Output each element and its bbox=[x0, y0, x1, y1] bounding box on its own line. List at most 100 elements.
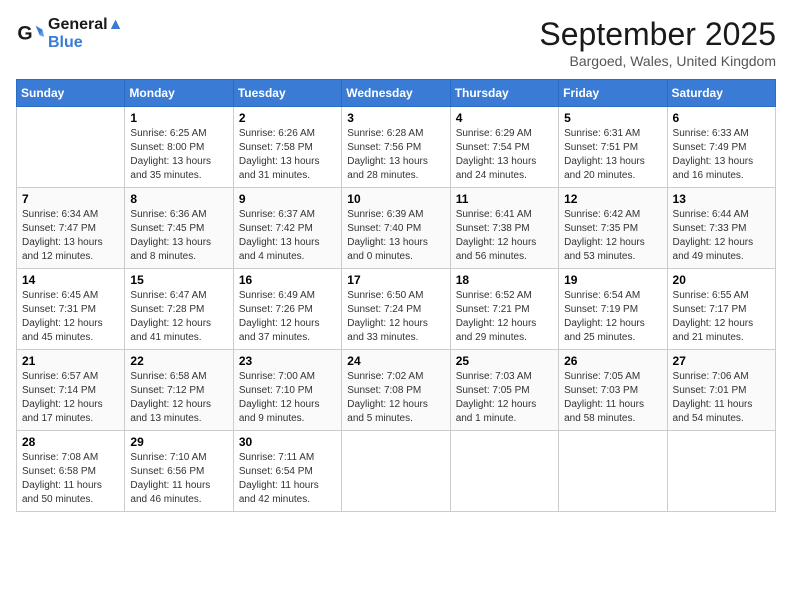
title-block: September 2025 Bargoed, Wales, United Ki… bbox=[539, 16, 776, 69]
calendar-cell: 28 Sunrise: 7:08 AM Sunset: 6:58 PM Dayli… bbox=[17, 431, 125, 512]
cell-date: 8 bbox=[130, 192, 227, 206]
cell-date: 5 bbox=[564, 111, 661, 125]
cell-info: Sunrise: 6:50 AM Sunset: 7:24 PM Dayligh… bbox=[347, 289, 444, 345]
calendar-cell: 29 Sunrise: 7:10 AM Sunset: 6:56 PM Dayli… bbox=[125, 431, 233, 512]
calendar-cell: 13 Sunrise: 6:44 AM Sunset: 7:33 PM Dayli… bbox=[667, 188, 775, 269]
cell-info: Sunrise: 6:36 AM Sunset: 7:45 PM Dayligh… bbox=[130, 208, 227, 264]
cell-date: 10 bbox=[347, 192, 444, 206]
week-row-2: 7 Sunrise: 6:34 AM Sunset: 7:47 PM Daylig… bbox=[17, 188, 776, 269]
cell-date: 28 bbox=[22, 435, 119, 449]
day-header-thursday: Thursday bbox=[450, 80, 558, 107]
cell-date: 12 bbox=[564, 192, 661, 206]
cell-date: 6 bbox=[673, 111, 770, 125]
calendar-cell: 26 Sunrise: 7:05 AM Sunset: 7:03 PM Dayli… bbox=[559, 350, 667, 431]
cell-date: 7 bbox=[22, 192, 119, 206]
svg-text:G: G bbox=[17, 23, 32, 45]
day-header-friday: Friday bbox=[559, 80, 667, 107]
week-row-3: 14 Sunrise: 6:45 AM Sunset: 7:31 PM Dayli… bbox=[17, 269, 776, 350]
calendar-cell: 8 Sunrise: 6:36 AM Sunset: 7:45 PM Daylig… bbox=[125, 188, 233, 269]
calendar-cell: 21Sunrise: 6:57 AM Sunset: 7:14 PM Dayli… bbox=[17, 350, 125, 431]
cell-date: 21 bbox=[22, 354, 119, 368]
calendar-cell: 11 Sunrise: 6:41 AM Sunset: 7:38 PM Dayli… bbox=[450, 188, 558, 269]
calendar-cell: 24 Sunrise: 7:02 AM Sunset: 7:08 PM Dayli… bbox=[342, 350, 450, 431]
cell-info: Sunrise: 6:52 AM Sunset: 7:21 PM Dayligh… bbox=[456, 289, 553, 345]
cell-info: Sunrise: 7:10 AM Sunset: 6:56 PM Dayligh… bbox=[130, 451, 227, 507]
cell-info: Sunrise: 6:55 AM Sunset: 7:17 PM Dayligh… bbox=[673, 289, 770, 345]
cell-info: Sunrise: 6:44 AM Sunset: 7:33 PM Dayligh… bbox=[673, 208, 770, 264]
cell-date: 16 bbox=[239, 273, 336, 287]
day-header-saturday: Saturday bbox=[667, 80, 775, 107]
cell-info: Sunrise: 6:29 AM Sunset: 7:54 PM Dayligh… bbox=[456, 127, 553, 183]
cell-info: Sunrise: 7:03 AM Sunset: 7:05 PM Dayligh… bbox=[456, 370, 553, 426]
cell-info: Sunrise: 6:54 AM Sunset: 7:19 PM Dayligh… bbox=[564, 289, 661, 345]
cell-date: 3 bbox=[347, 111, 444, 125]
cell-date: 24 bbox=[347, 354, 444, 368]
page-header: G General▲ Blue September 2025 Bargoed, … bbox=[16, 16, 776, 69]
calendar-cell bbox=[667, 431, 775, 512]
calendar-cell: 18 Sunrise: 6:52 AM Sunset: 7:21 PM Dayli… bbox=[450, 269, 558, 350]
month-title: September 2025 bbox=[539, 16, 776, 53]
calendar-cell: 27 Sunrise: 7:06 AM Sunset: 7:01 PM Dayli… bbox=[667, 350, 775, 431]
calendar-cell: 20Sunrise: 6:55 AM Sunset: 7:17 PM Dayli… bbox=[667, 269, 775, 350]
calendar-cell: 4 Sunrise: 6:29 AM Sunset: 7:54 PM Daylig… bbox=[450, 107, 558, 188]
cell-info: Sunrise: 6:47 AM Sunset: 7:28 PM Dayligh… bbox=[130, 289, 227, 345]
cell-date: 27 bbox=[673, 354, 770, 368]
cell-date: 11 bbox=[456, 192, 553, 206]
week-row-1: 1 Sunrise: 6:25 AM Sunset: 8:00 PM Daylig… bbox=[17, 107, 776, 188]
cell-date: 23 bbox=[239, 354, 336, 368]
cell-date: 22 bbox=[130, 354, 227, 368]
logo-text: General▲ Blue bbox=[48, 16, 123, 52]
calendar-cell: 15Sunrise: 6:47 AM Sunset: 7:28 PM Dayli… bbox=[125, 269, 233, 350]
cell-info: Sunrise: 6:33 AM Sunset: 7:49 PM Dayligh… bbox=[673, 127, 770, 183]
logo-icon: G bbox=[16, 20, 44, 48]
cell-date: 19 bbox=[564, 273, 661, 287]
calendar-cell: 23 Sunrise: 7:00 AM Sunset: 7:10 PM Dayli… bbox=[233, 350, 341, 431]
cell-date: 17 bbox=[347, 273, 444, 287]
calendar-cell: 3Sunrise: 6:28 AM Sunset: 7:56 PM Daylig… bbox=[342, 107, 450, 188]
cell-date: 4 bbox=[456, 111, 553, 125]
cell-date: 26 bbox=[564, 354, 661, 368]
cell-date: 13 bbox=[673, 192, 770, 206]
calendar-cell: 12Sunrise: 6:42 AM Sunset: 7:35 PM Dayli… bbox=[559, 188, 667, 269]
calendar-cell: 10 Sunrise: 6:39 AM Sunset: 7:40 PM Dayli… bbox=[342, 188, 450, 269]
cell-date: 14 bbox=[22, 273, 119, 287]
calendar-cell: 6 Sunrise: 6:33 AM Sunset: 7:49 PM Daylig… bbox=[667, 107, 775, 188]
cell-date: 18 bbox=[456, 273, 553, 287]
calendar-cell: 17 Sunrise: 6:50 AM Sunset: 7:24 PM Dayli… bbox=[342, 269, 450, 350]
cell-date: 9 bbox=[239, 192, 336, 206]
cell-info: Sunrise: 6:26 AM Sunset: 7:58 PM Dayligh… bbox=[239, 127, 336, 183]
calendar-cell: 16Sunrise: 6:49 AM Sunset: 7:26 PM Dayli… bbox=[233, 269, 341, 350]
week-row-5: 28 Sunrise: 7:08 AM Sunset: 6:58 PM Dayli… bbox=[17, 431, 776, 512]
cell-info: Sunrise: 7:06 AM Sunset: 7:01 PM Dayligh… bbox=[673, 370, 770, 426]
cell-info: Sunrise: 6:31 AM Sunset: 7:51 PM Dayligh… bbox=[564, 127, 661, 183]
cell-date: 30 bbox=[239, 435, 336, 449]
cell-info: Sunrise: 7:00 AM Sunset: 7:10 PM Dayligh… bbox=[239, 370, 336, 426]
calendar-cell: 1 Sunrise: 6:25 AM Sunset: 8:00 PM Daylig… bbox=[125, 107, 233, 188]
cell-info: Sunrise: 7:05 AM Sunset: 7:03 PM Dayligh… bbox=[564, 370, 661, 426]
location: Bargoed, Wales, United Kingdom bbox=[539, 53, 776, 69]
week-row-4: 21Sunrise: 6:57 AM Sunset: 7:14 PM Dayli… bbox=[17, 350, 776, 431]
calendar-cell bbox=[450, 431, 558, 512]
calendar-cell: 30Sunrise: 7:11 AM Sunset: 6:54 PM Dayli… bbox=[233, 431, 341, 512]
cell-info: Sunrise: 7:08 AM Sunset: 6:58 PM Dayligh… bbox=[22, 451, 119, 507]
calendar-table: SundayMondayTuesdayWednesdayThursdayFrid… bbox=[16, 79, 776, 512]
cell-info: Sunrise: 6:58 AM Sunset: 7:12 PM Dayligh… bbox=[130, 370, 227, 426]
calendar-cell bbox=[559, 431, 667, 512]
cell-info: Sunrise: 7:02 AM Sunset: 7:08 PM Dayligh… bbox=[347, 370, 444, 426]
cell-info: Sunrise: 6:41 AM Sunset: 7:38 PM Dayligh… bbox=[456, 208, 553, 264]
cell-info: Sunrise: 6:34 AM Sunset: 7:47 PM Dayligh… bbox=[22, 208, 119, 264]
day-header-wednesday: Wednesday bbox=[342, 80, 450, 107]
cell-date: 29 bbox=[130, 435, 227, 449]
cell-date: 25 bbox=[456, 354, 553, 368]
day-header-tuesday: Tuesday bbox=[233, 80, 341, 107]
cell-info: Sunrise: 6:25 AM Sunset: 8:00 PM Dayligh… bbox=[130, 127, 227, 183]
cell-info: Sunrise: 6:45 AM Sunset: 7:31 PM Dayligh… bbox=[22, 289, 119, 345]
cell-date: 1 bbox=[130, 111, 227, 125]
cell-info: Sunrise: 6:37 AM Sunset: 7:42 PM Dayligh… bbox=[239, 208, 336, 264]
calendar-cell: 14 Sunrise: 6:45 AM Sunset: 7:31 PM Dayli… bbox=[17, 269, 125, 350]
calendar-cell: 9 Sunrise: 6:37 AM Sunset: 7:42 PM Daylig… bbox=[233, 188, 341, 269]
calendar-cell bbox=[17, 107, 125, 188]
calendar-cell: 25 Sunrise: 7:03 AM Sunset: 7:05 PM Dayli… bbox=[450, 350, 558, 431]
cell-info: Sunrise: 6:39 AM Sunset: 7:40 PM Dayligh… bbox=[347, 208, 444, 264]
day-header-sunday: Sunday bbox=[17, 80, 125, 107]
